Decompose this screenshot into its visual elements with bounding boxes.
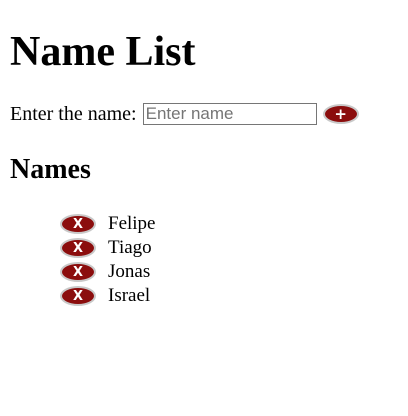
name-label: Jonas xyxy=(108,261,151,282)
remove-name-button[interactable]: X xyxy=(60,262,96,282)
x-icon: X xyxy=(72,240,84,256)
name-label: Felipe xyxy=(108,213,156,234)
x-icon: X xyxy=(72,264,84,280)
remove-name-button[interactable]: X xyxy=(60,286,96,306)
add-name-button[interactable]: + xyxy=(322,104,359,124)
remove-name-button[interactable]: X xyxy=(60,214,96,234)
names-heading: Names xyxy=(10,154,91,185)
name-label: Tiago xyxy=(108,237,152,258)
name-input[interactable] xyxy=(142,103,317,125)
list-item: X Tiago xyxy=(60,236,156,260)
remove-name-button[interactable]: X xyxy=(60,238,96,258)
list-item: X Jonas xyxy=(60,260,156,284)
name-label: Israel xyxy=(108,285,151,306)
x-icon: X xyxy=(72,288,84,304)
name-field-label: Enter the name: xyxy=(10,103,137,125)
names-list: X Felipe X Tiago X Jonas X Israel xyxy=(60,212,156,308)
name-entry-form: Enter the name: + xyxy=(10,101,359,127)
plus-icon: + xyxy=(334,104,347,123)
list-item: X Felipe xyxy=(60,212,156,236)
page-title: Name List xyxy=(10,29,196,75)
list-item: X Israel xyxy=(60,284,156,308)
x-icon: X xyxy=(72,216,84,232)
